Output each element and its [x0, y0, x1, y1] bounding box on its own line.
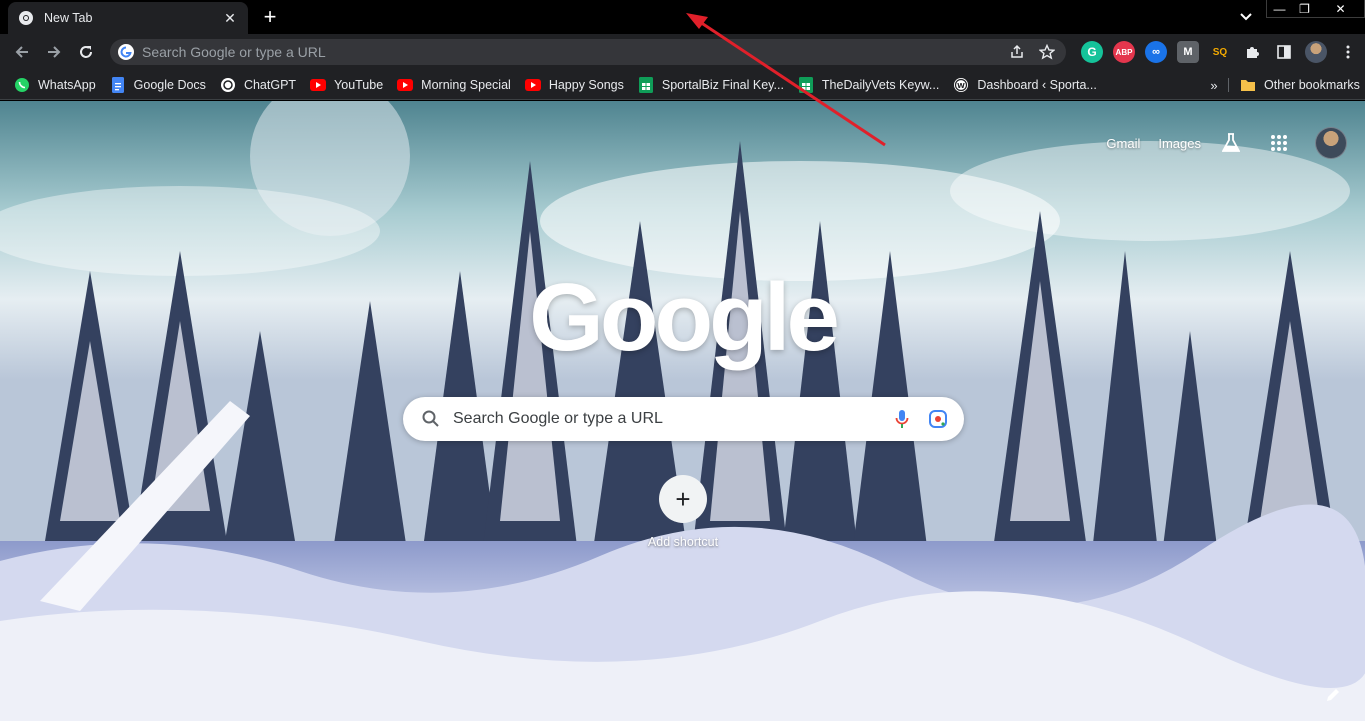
bookmark-label: SportalBiz Final Key... — [661, 77, 784, 92]
m-extension-icon[interactable]: M — [1177, 41, 1199, 63]
close-tab-icon[interactable]: ✕ — [222, 10, 238, 26]
new-tab-page: Gmail Images Google + Add shortcut — [0, 101, 1365, 721]
other-bookmarks-label: Other bookmarks — [1264, 78, 1360, 92]
bookmark-label: TheDailyVets Keyw... — [821, 77, 940, 92]
adblock-plus-icon[interactable]: ABP — [1113, 41, 1135, 63]
arrow-right-icon — [48, 46, 61, 58]
minimize-button[interactable]: — — [1267, 0, 1292, 17]
bookmark-thedailyvets-sheet[interactable]: TheDailyVets Keyw... — [792, 73, 945, 97]
profile-avatar[interactable] — [1305, 41, 1327, 63]
bookmark-label: YouTube — [334, 77, 384, 92]
gmail-link[interactable]: Gmail — [1106, 136, 1140, 151]
forward-button[interactable] — [40, 38, 68, 66]
bookmarks-divider — [1228, 78, 1229, 92]
restore-button[interactable]: ❐ — [1292, 0, 1317, 17]
ntp-top-links: Gmail Images — [1106, 127, 1365, 159]
bookmark-label: Morning Special — [421, 77, 511, 92]
google-docs-icon — [110, 76, 126, 93]
arrow-left-icon — [15, 46, 28, 58]
grammarly-icon[interactable]: G — [1081, 41, 1103, 63]
bookmark-label: WhatsApp — [38, 77, 96, 92]
google-logo: Google — [529, 264, 840, 371]
images-link[interactable]: Images — [1158, 136, 1201, 151]
customize-pencil-icon[interactable] — [1323, 685, 1343, 705]
extensions-row: G ABP ∞ M SQ — [1076, 40, 1364, 64]
bookmark-google-docs[interactable]: Google Docs — [104, 73, 212, 97]
tab-search-chevron-icon[interactable] — [1236, 8, 1256, 26]
bookmark-morning-special[interactable]: Morning Special — [391, 73, 517, 97]
account-avatar[interactable] — [1315, 127, 1347, 159]
bookmark-sportalbiz-sheet[interactable]: SportalBiz Final Key... — [632, 73, 790, 97]
reload-button[interactable] — [72, 38, 100, 66]
ntp-search-input[interactable] — [453, 410, 878, 428]
google-sheets-icon — [798, 76, 814, 93]
bookmarks-bar: WhatsApp Google Docs ChatGPT YouTube Mor… — [0, 70, 1365, 100]
bookmark-youtube[interactable]: YouTube — [304, 73, 389, 97]
back-button[interactable] — [8, 38, 36, 66]
bookmark-happy-songs[interactable]: Happy Songs — [519, 73, 630, 97]
puzzle-icon[interactable] — [1241, 41, 1263, 63]
title-bar: New Tab ✕ + — ❐ ✕ — [0, 0, 1365, 34]
window-controls: — ❐ ✕ — [1266, 0, 1365, 18]
kebab-menu-icon[interactable] — [1337, 41, 1359, 63]
folder-icon — [1240, 77, 1256, 93]
seoquake-icon[interactable]: SQ — [1209, 41, 1231, 63]
google-apps-grid-icon[interactable] — [1267, 131, 1291, 155]
add-shortcut-label: Add shortcut — [647, 535, 719, 549]
share-icon[interactable] — [1006, 41, 1028, 63]
bookmark-dashboard-sportal[interactable]: W Dashboard ‹ Sporta... — [947, 73, 1103, 97]
search-icon — [422, 410, 439, 427]
youtube-icon — [397, 77, 414, 93]
browser-toolbar: G ABP ∞ M SQ — [0, 34, 1365, 70]
google-lens-icon[interactable] — [926, 407, 950, 431]
infinity-extension-icon[interactable]: ∞ — [1145, 41, 1167, 63]
bookmark-label: Happy Songs — [548, 77, 624, 92]
wordpress-icon: W — [953, 77, 969, 93]
google-sheets-icon — [638, 76, 654, 93]
youtube-icon — [524, 77, 541, 93]
svg-text:W: W — [957, 82, 965, 90]
bookmark-chatgpt[interactable]: ChatGPT — [214, 73, 302, 97]
tab-new-tab[interactable]: New Tab ✕ — [8, 2, 248, 34]
reload-icon — [80, 46, 92, 58]
ntp-search-box[interactable] — [403, 397, 964, 441]
bookmark-label: Google Docs — [133, 77, 206, 92]
whatsapp-icon — [14, 77, 30, 93]
bookmark-label: ChatGPT — [243, 77, 297, 92]
omnibox-input[interactable] — [142, 44, 998, 60]
plus-icon: + — [659, 475, 707, 523]
add-shortcut-tile[interactable]: + Add shortcut — [636, 475, 730, 549]
google-g-icon — [118, 44, 134, 60]
bookmark-whatsapp[interactable]: WhatsApp — [8, 73, 102, 97]
bookmark-label: Dashboard ‹ Sporta... — [977, 77, 1097, 92]
side-panel-icon[interactable] — [1273, 41, 1295, 63]
close-window-button[interactable]: ✕ — [1317, 0, 1364, 17]
chrome-icon — [19, 11, 33, 25]
chatgpt-icon — [220, 77, 236, 93]
other-bookmarks-folder[interactable]: Other bookmarks — [1234, 73, 1365, 97]
new-tab-button[interactable]: + — [258, 4, 282, 29]
bookmarks-overflow-button[interactable]: » — [1204, 73, 1224, 97]
labs-flask-icon[interactable] — [1219, 131, 1243, 155]
youtube-icon — [310, 77, 327, 93]
tab-title: New Tab — [44, 11, 93, 25]
voice-search-mic-icon[interactable] — [890, 407, 914, 431]
omnibox[interactable] — [110, 39, 1066, 65]
bookmark-star-icon[interactable] — [1036, 41, 1058, 63]
